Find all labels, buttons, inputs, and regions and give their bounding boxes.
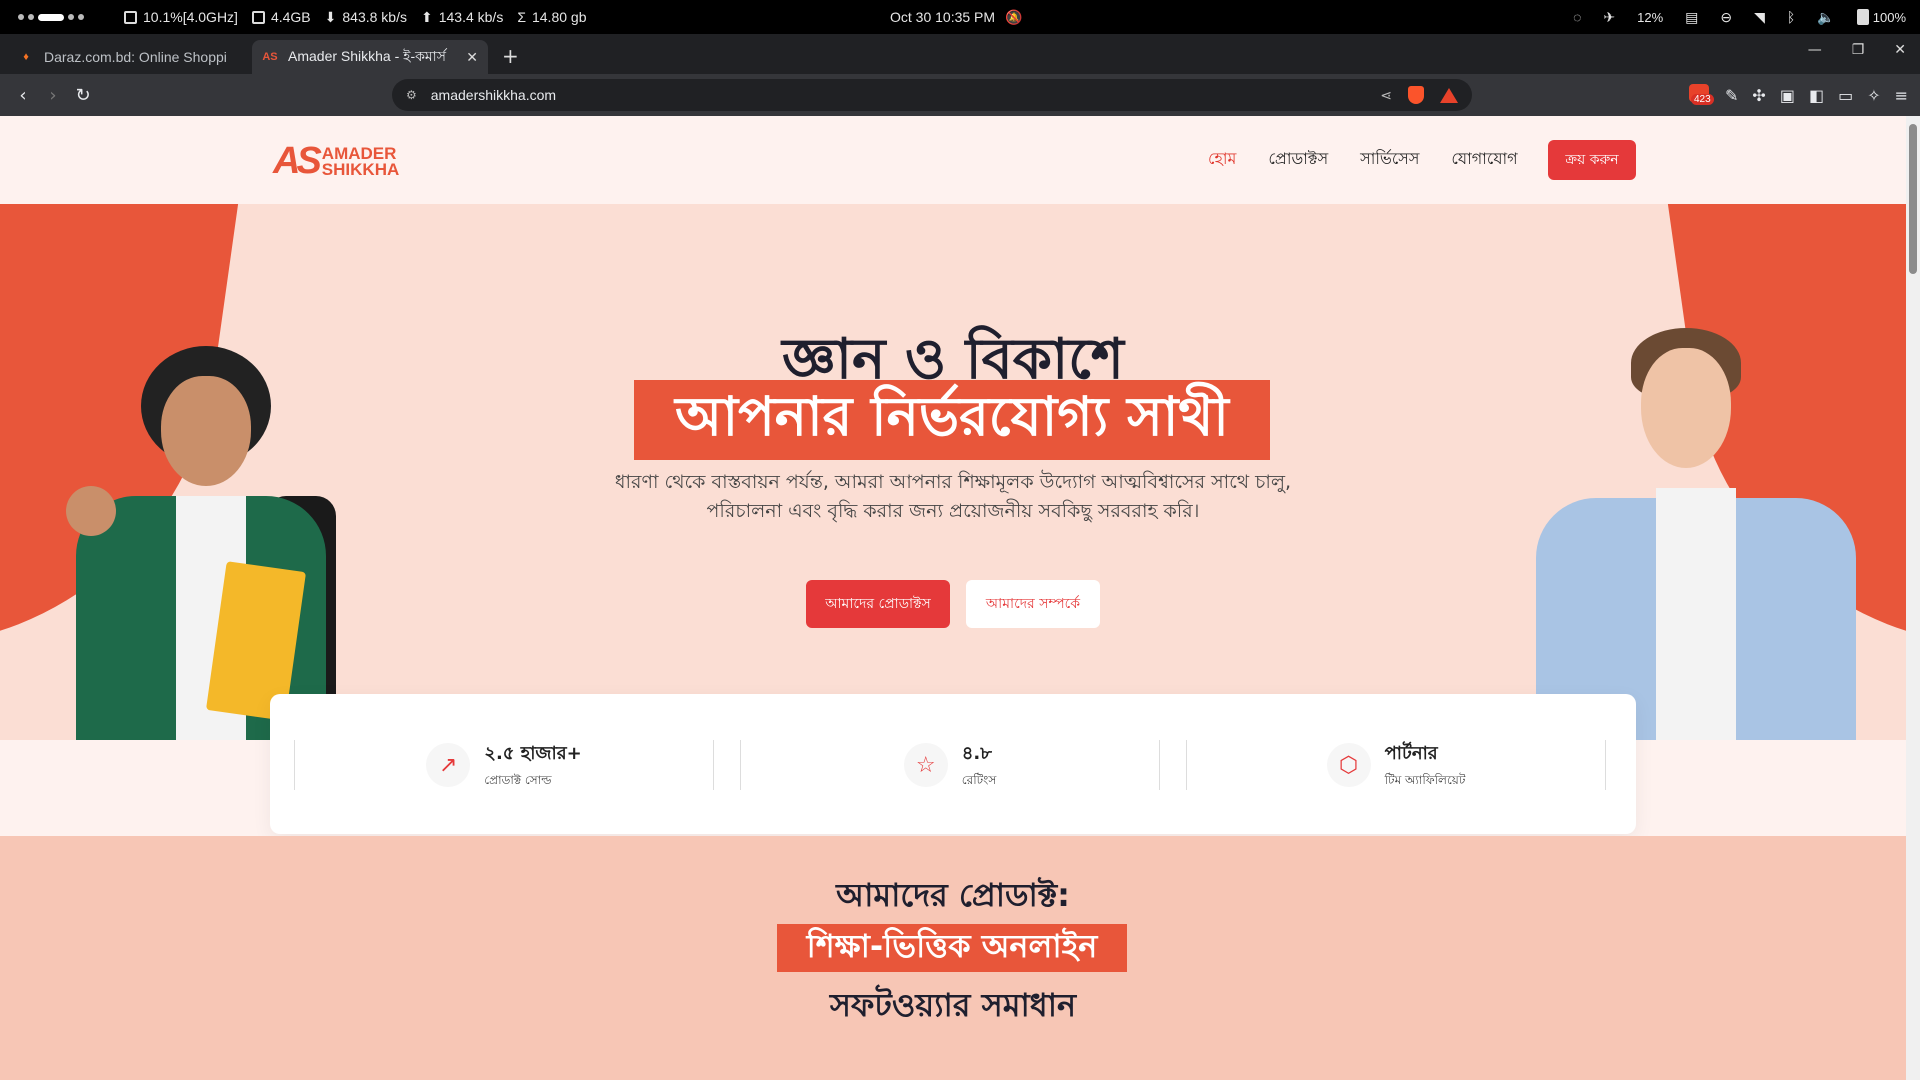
wallet-icon[interactable]: ▭ bbox=[1838, 86, 1853, 105]
sidebar-toggle-icon[interactable]: ◧ bbox=[1809, 86, 1824, 105]
eyedropper-icon[interactable]: ✎ bbox=[1725, 86, 1738, 105]
daraz-favicon-icon: ♦ bbox=[23, 51, 29, 63]
restore-icon[interactable]: ❐ bbox=[1852, 42, 1865, 58]
url-text[interactable]: amadershikkha.com bbox=[431, 87, 556, 103]
new-tab-button[interactable]: + bbox=[502, 44, 519, 68]
cpu-indicator: 10.1%[4.0GHz] bbox=[124, 9, 238, 25]
products-heading: আমাদের প্রোডাক্ট: bbox=[836, 876, 1070, 914]
stat-partner: ⬡ পার্টনার টিম অ্যাফিলিয়েট bbox=[1186, 740, 1606, 790]
airplane-icon[interactable]: ✈ bbox=[1603, 9, 1615, 26]
menu-icon[interactable]: ≡ bbox=[1895, 86, 1908, 105]
workspace-dot[interactable] bbox=[28, 14, 34, 20]
reload-button[interactable]: ↻ bbox=[68, 85, 98, 106]
bluetooth-icon[interactable]: ᛒ bbox=[1787, 9, 1795, 25]
cpu-icon bbox=[124, 10, 137, 24]
volume-icon[interactable]: 🔈 bbox=[1817, 9, 1834, 26]
brave-shields-icon[interactable] bbox=[1408, 86, 1424, 104]
notifications-off-icon: 🔕 bbox=[1005, 8, 1023, 25]
hero-highlight: আপনার নির্ভরযোগ্য সাথী bbox=[634, 380, 1270, 460]
brightness-level: 12% bbox=[1637, 9, 1664, 25]
brave-rewards-icon[interactable] bbox=[1440, 87, 1458, 103]
wifi-icon[interactable]: ◥ bbox=[1754, 9, 1765, 26]
total-traffic-indicator: Σ 14.80 gb bbox=[517, 9, 587, 25]
hero-section: জ্ঞান ও বিকাশে আপনার নির্ভরযোগ্য সাথী ধা… bbox=[0, 204, 1906, 740]
workspace-dot[interactable] bbox=[78, 14, 84, 20]
browser-tab-strip: ♦ Daraz.com.bd: Online Shoppi AS Amader … bbox=[0, 34, 1920, 74]
stat-rating: ☆ ৪.৮ রেটিংস bbox=[740, 740, 1160, 790]
package-icon: ⬡ bbox=[1326, 743, 1371, 787]
page-scrollbar[interactable] bbox=[1906, 116, 1920, 1080]
system-top-bar: 10.1%[4.0GHz] 4.4GB ⬇ 843.8 kb/s ⬆ 143.4… bbox=[0, 0, 1920, 34]
nav-contact[interactable]: যোগাযোগ bbox=[1451, 146, 1517, 173]
our-products-button[interactable]: আমাদের প্রোডাক্টস bbox=[806, 580, 950, 628]
main-navigation: হোম প্রোডাক্টস সার্ভিসেস যোগাযোগ bbox=[1208, 146, 1518, 173]
products-highlight: শিক্ষা-ভিত্তিক অনলাইন bbox=[777, 924, 1127, 972]
download-arrow-icon: ⬇ bbox=[324, 8, 337, 25]
page-viewport: AS AMADER SHIKKHA হোম প্রোডাক্টস সার্ভিস… bbox=[0, 116, 1920, 1080]
site-logo[interactable]: AS AMADER SHIKKHA bbox=[273, 140, 399, 183]
logo-mark: AS bbox=[273, 140, 322, 182]
clock[interactable]: Oct 30 10:35 PM 🔕 bbox=[890, 0, 1023, 34]
site-header: AS AMADER SHIKKHA হোম প্রোডাক্টস সার্ভিস… bbox=[0, 116, 1906, 204]
products-section: আমাদের প্রোডাক্ট: শিক্ষা-ভিত্তিক অনলাইন … bbox=[0, 836, 1906, 1080]
status-icon[interactable]: ⊖ bbox=[1720, 9, 1732, 26]
download-indicator: ⬇ 843.8 kb/s bbox=[324, 8, 407, 26]
products-tagline: সফটওয়্যার সমাধান bbox=[829, 986, 1077, 1024]
trending-up-icon: ↗ bbox=[426, 743, 471, 787]
forward-button[interactable]: › bbox=[38, 85, 68, 106]
browser-toolbar: ‹ › ↻ ⚙ amadershikkha.com ⋖ 423 ✎ ✣ ▣ ◧ … bbox=[0, 74, 1920, 116]
memory-icon bbox=[251, 10, 265, 24]
hero-subtitle: আপনার নির্ভরযোগ্য সাথী bbox=[675, 385, 1229, 448]
close-tab-icon[interactable]: ✕ bbox=[466, 49, 478, 66]
battery-icon bbox=[1856, 9, 1869, 25]
workspace-dot[interactable] bbox=[68, 14, 74, 20]
workspace-active[interactable] bbox=[38, 13, 64, 21]
tab-daraz[interactable]: ♦ Daraz.com.bd: Online Shoppi bbox=[8, 40, 244, 74]
about-us-button[interactable]: আমাদের সম্পর্কে bbox=[966, 580, 1100, 628]
site-settings-icon[interactable]: ⚙ bbox=[406, 88, 417, 102]
upload-arrow-icon: ⬆ bbox=[420, 8, 433, 25]
minimize-icon[interactable]: — bbox=[1808, 42, 1822, 58]
amader-shikkha-favicon-icon: AS bbox=[262, 51, 278, 63]
star-icon: ☆ bbox=[903, 743, 948, 787]
share-icon[interactable]: ⋖ bbox=[1380, 87, 1392, 104]
back-button[interactable]: ‹ bbox=[8, 85, 38, 106]
eye-off-icon[interactable]: ◌ bbox=[1573, 9, 1581, 25]
workspace-indicator[interactable] bbox=[0, 13, 84, 21]
sigma-icon: Σ bbox=[517, 9, 526, 25]
workspace-dot[interactable] bbox=[18, 14, 24, 20]
ram-indicator: 4.4GB bbox=[251, 9, 311, 25]
stats-card: ↗ ২.৫ হাজার+ প্রোডাক্ট সোল্ড ☆ ৪.৮ রেটিং… bbox=[270, 694, 1636, 834]
stat-products-sold: ↗ ২.৫ হাজার+ প্রোডাক্ট সোল্ড bbox=[294, 740, 714, 790]
scrollbar-thumb[interactable] bbox=[1909, 124, 1917, 274]
leo-ai-icon[interactable]: ✧ bbox=[1867, 86, 1880, 105]
extensions-puzzle-icon[interactable]: ✣ bbox=[1752, 86, 1765, 105]
clipboard-icon[interactable]: ▤ bbox=[1685, 9, 1698, 26]
hero-description: ধারণা থেকে বাস্তবায়ন পর্যন্ত, আমরা আপনা… bbox=[614, 471, 1292, 522]
battery-indicator[interactable]: 100% bbox=[1856, 9, 1906, 25]
products-subheading: শিক্ষা-ভিত্তিক অনলাইন bbox=[806, 927, 1098, 965]
screenshot-icon[interactable]: ▣ bbox=[1780, 86, 1795, 105]
extension-badge-button[interactable]: 423 bbox=[1689, 84, 1714, 106]
logo-text: AMADER SHIKKHA bbox=[321, 143, 400, 179]
nav-home[interactable]: হোম bbox=[1208, 146, 1236, 173]
upload-indicator: ⬆ 143.4 kb/s bbox=[420, 8, 504, 26]
address-bar[interactable]: ⚙ amadershikkha.com ⋖ bbox=[392, 79, 1472, 111]
tab-amader-shikkha[interactable]: AS Amader Shikkha - ই-কমার্স ✕ bbox=[252, 40, 488, 74]
extension-badge-count: 423 bbox=[1691, 94, 1714, 105]
nav-services[interactable]: সার্ভিসেস bbox=[1360, 146, 1419, 173]
buy-button[interactable]: ক্রয় করুন bbox=[1548, 140, 1636, 180]
nav-products[interactable]: প্রোডাক্টস bbox=[1268, 146, 1328, 173]
close-window-icon[interactable]: ✕ bbox=[1894, 42, 1906, 58]
